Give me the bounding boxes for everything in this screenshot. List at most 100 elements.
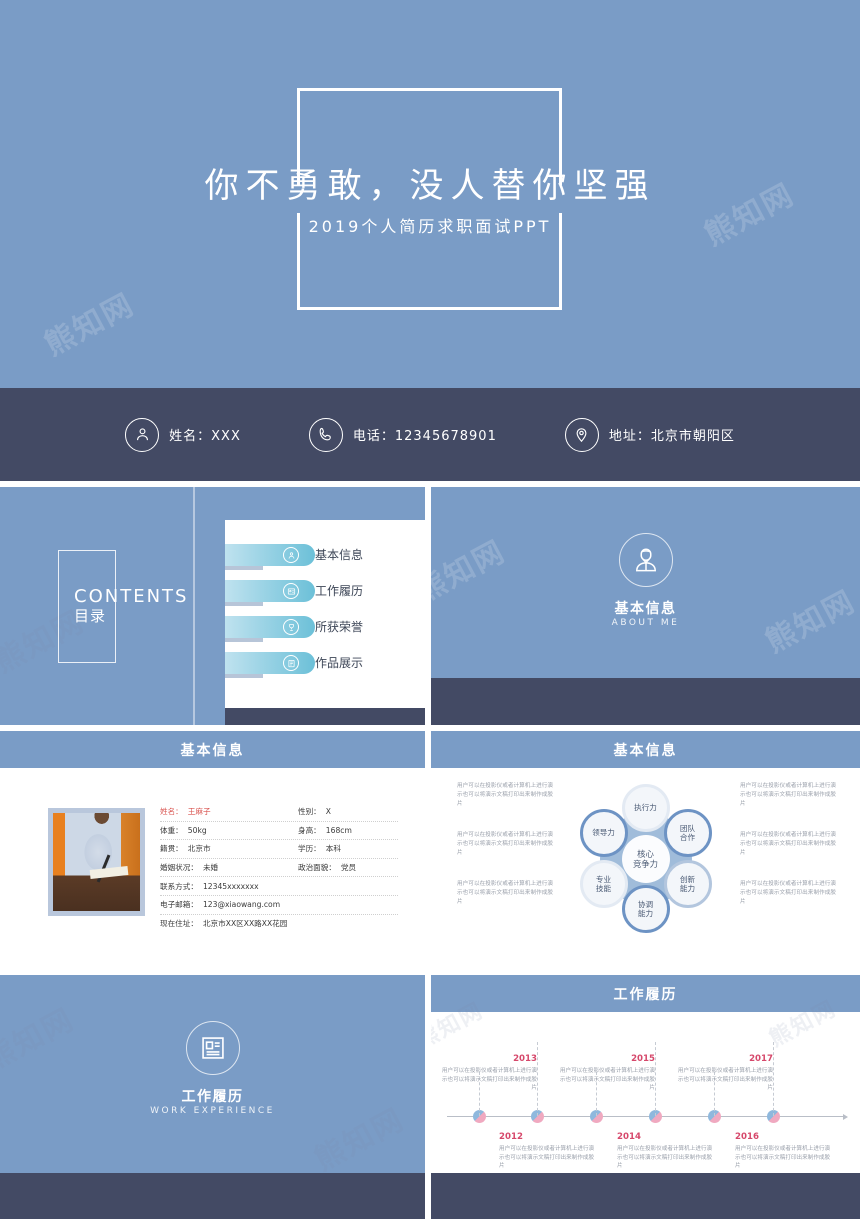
timeline-event-2016[interactable]: 2016 用户可以在投影仪或者计算机上进行演示也可以将演示文稿打印出来制作成胶片	[735, 1132, 831, 1171]
slide-header-title: 基本信息	[613, 742, 678, 759]
info-value: 北京市XX区XX路XX花园	[202, 919, 288, 929]
toc-pill	[225, 616, 315, 638]
toc-label: 所获荣誉	[315, 620, 364, 634]
about-divider-title-cn: 基本信息	[614, 601, 677, 617]
info-value: 168cm	[325, 825, 352, 835]
toc-item-work-experience[interactable]: 工作履历	[225, 580, 363, 606]
toc-label: 基本信息	[315, 548, 364, 562]
timeline-text: 用户可以在投影仪或者计算机上进行演示也可以将演示文稿打印出来制作成胶片	[499, 1146, 595, 1170]
body-paragraph: 用户可以在投影仪或者计算机上进行演示也可以将演示文稿打印出来制作成胶片	[740, 832, 836, 856]
avatar	[48, 808, 145, 916]
info-cell-address: 现在住址： 北京市XX区XX路XX花园	[160, 918, 398, 929]
table-row: 现在住址： 北京市XX区XX路XX花园	[160, 915, 398, 934]
slide-title[interactable]: 熊知网 熊知网 你不勇敢，没人替你坚强 2019个人简历求职面试PPT	[0, 0, 860, 388]
info-value: 50kg	[187, 825, 207, 835]
work-divider-title-cn: 工作履历	[181, 1089, 244, 1105]
about-divider-title-en: ABOUT ME	[611, 618, 680, 628]
competency-right-text-column: 用户可以在投影仪或者计算机上进行演示也可以将演示文稿打印出来制作成胶片 用户可以…	[740, 782, 836, 929]
table-row: 籍贯： 北京市 学历： 本科	[160, 840, 398, 859]
timeline-text: 用户可以在投影仪或者计算机上进行演示也可以将演示文稿打印出来制作成胶片	[559, 1068, 655, 1092]
slide-header-title: 基本信息	[180, 742, 245, 759]
watermark: 熊知网	[0, 1002, 81, 1079]
petal-label: 领导力	[592, 828, 615, 838]
timeline-axis	[447, 1113, 848, 1120]
personal-info-table: 姓名： 王麻子 性别： X 体重： 50kg 身高： 168cm 籍贯： 北京市…	[160, 803, 398, 933]
slide-about-divider[interactable]: 熊知网 熊知网 基本信息 ABOUT ME	[431, 487, 860, 725]
contact-address-label: 地址：北京市朝阳区	[608, 429, 735, 444]
core-competency-diagram: 执行力 团队 合作 创新 能力 协调 能力 专业 技能 领导力 核心 竞争力	[574, 784, 718, 934]
timeline-event-2017[interactable]: 2017 用户可以在投影仪或者计算机上进行演示也可以将演示文稿打印出来制作成胶片	[677, 1054, 773, 1093]
watermark: 熊知网	[39, 287, 141, 364]
info-cell-marital-status: 婚姻状况： 未婚	[160, 862, 298, 873]
title-slide-subtitle: 2019个人简历求职面试PPT	[308, 217, 552, 236]
info-key: 身高：	[298, 825, 321, 835]
competency-center: 核心 竞争力	[621, 835, 670, 883]
table-row: 体重： 50kg 身高： 168cm	[160, 822, 398, 841]
timeline-text: 用户可以在投影仪或者计算机上进行演示也可以将演示文稿打印出来制作成胶片	[617, 1146, 713, 1170]
info-key: 姓名：	[160, 807, 183, 817]
timeline-event-2012[interactable]: 2012 用户可以在投影仪或者计算机上进行演示也可以将演示文稿打印出来制作成胶片	[499, 1132, 595, 1171]
slide-work-timeline[interactable]: 工作履历 熊知网 熊知网 2013 用户可以在投影仪或者计算机上进行演示也可以将…	[431, 975, 860, 1219]
timeline-stem	[773, 1042, 774, 1116]
info-value: 未婚	[202, 863, 219, 873]
trophy-icon	[283, 619, 299, 635]
info-key: 婚姻状况：	[160, 863, 198, 873]
info-key: 电子邮箱：	[160, 900, 198, 910]
toc-item-basic-info[interactable]: 基本信息	[225, 544, 363, 570]
timeline-text: 用户可以在投影仪或者计算机上进行演示也可以将演示文稿打印出来制作成胶片	[677, 1068, 773, 1092]
competency-petal-leadership[interactable]: 领导力	[579, 809, 628, 857]
timeline-stem	[655, 1042, 656, 1116]
competency-petal-execution[interactable]: 执行力	[621, 784, 670, 832]
toc-label: 作品展示	[315, 656, 364, 670]
timeline-event-2013[interactable]: 2013 用户可以在投影仪或者计算机上进行演示也可以将演示文稿打印出来制作成胶片	[441, 1054, 537, 1093]
table-row: 电子邮箱： 123@xiaowang.com	[160, 896, 398, 915]
toc-item-honors[interactable]: 所获荣誉	[225, 616, 363, 642]
document-icon	[283, 655, 299, 671]
toc-pill	[225, 544, 315, 566]
table-row: 姓名： 王麻子 性别： X	[160, 803, 398, 822]
toc-pill	[225, 652, 315, 674]
petal-label: 创新 能力	[679, 874, 696, 894]
timeline-year: 2012	[499, 1132, 523, 1142]
body-paragraph: 用户可以在投影仪或者计算机上进行演示也可以将演示文稿打印出来制作成胶片	[457, 881, 553, 905]
slide-basic-info[interactable]: 基本信息 姓名： 王麻子 性别： X 体重： 50kg 身高： 168cm 籍贯…	[0, 731, 425, 969]
contents-title-cn: 目录	[74, 607, 107, 625]
info-key: 学历：	[298, 844, 321, 854]
location-icon	[564, 417, 599, 452]
info-key: 籍贯：	[160, 844, 183, 854]
petal-label: 协调 能力	[637, 899, 654, 919]
slide-contents[interactable]: 熊知网 熊知网 CONTENTS 目录 基本信息	[0, 487, 425, 725]
slide-header-title: 工作履历	[613, 986, 678, 1003]
toc-item-portfolio[interactable]: 作品展示	[225, 652, 363, 678]
timeline-event-2014[interactable]: 2014 用户可以在投影仪或者计算机上进行演示也可以将演示文稿打印出来制作成胶片	[617, 1132, 713, 1171]
competency-petal-coordination[interactable]: 协调 能力	[621, 885, 670, 933]
info-value: 王麻子	[187, 807, 211, 817]
slide-footer-bar	[431, 1173, 860, 1219]
info-cell-height: 身高： 168cm	[298, 825, 398, 836]
petal-label: 执行力	[634, 803, 657, 813]
competency-petal-teamwork[interactable]: 团队 合作	[663, 809, 712, 857]
info-key: 现在住址：	[160, 919, 198, 929]
info-cell-name: 姓名： 王麻子	[160, 806, 298, 817]
slide-core-competency[interactable]: 基本信息 用户可以在投影仪或者计算机上进行演示也可以将演示文稿打印出来制作成胶片…	[431, 731, 860, 969]
contact-item-address[interactable]: 地址：北京市朝阳区	[564, 417, 735, 452]
petal-label: 专业 技能	[595, 874, 612, 894]
competency-petal-professional[interactable]: 专业 技能	[579, 860, 628, 908]
contact-item-phone[interactable]: 电话：12345678901	[308, 417, 497, 452]
timeline-year: 2013	[513, 1054, 537, 1064]
info-cell-contact: 联系方式： 12345xxxxxxx	[160, 881, 298, 892]
work-divider-title-en: WORK EXPERIENCE	[150, 1106, 275, 1116]
timeline-text: 用户可以在投影仪或者计算机上进行演示也可以将演示文稿打印出来制作成胶片	[441, 1068, 537, 1092]
idcard-icon	[283, 583, 299, 599]
vertical-divider	[193, 487, 195, 725]
info-cell-hometown: 籍贯： 北京市	[160, 843, 298, 854]
contact-item-name[interactable]: 姓名：XXX	[125, 417, 241, 452]
timeline-year: 2016	[735, 1132, 759, 1142]
body-paragraph: 用户可以在投影仪或者计算机上进行演示也可以将演示文稿打印出来制作成胶片	[740, 783, 836, 807]
slide-work-divider[interactable]: 熊知网 熊知网 工作履历 WORK EXPERIENCE	[0, 975, 425, 1219]
petal-label: 团队 合作	[679, 823, 696, 843]
timeline-event-2015[interactable]: 2015 用户可以在投影仪或者计算机上进行演示也可以将演示文稿打印出来制作成胶片	[559, 1054, 655, 1093]
info-cell-education: 学历： 本科	[298, 843, 398, 854]
competency-petal-innovation[interactable]: 创新 能力	[663, 860, 712, 908]
center-label: 核心 竞争力	[632, 848, 659, 870]
